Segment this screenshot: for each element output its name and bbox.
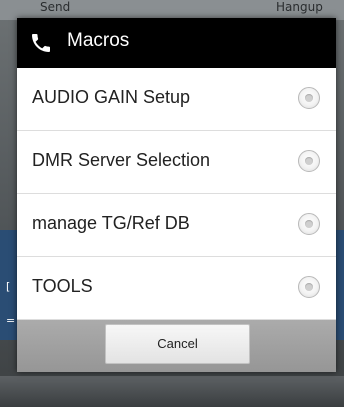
macros-dialog: Macros AUDIO GAIN Setup DMR Server Selec…	[17, 18, 336, 372]
macro-item-label: TOOLS	[32, 276, 93, 296]
macro-item-label: AUDIO GAIN Setup	[32, 87, 191, 107]
background-bracket-mark: [	[6, 280, 11, 293]
macro-item-manage-tg[interactable]: manage TG/Ref DB	[17, 194, 336, 257]
background-bottom-bar	[0, 376, 344, 407]
macro-item-dmr-server[interactable]: DMR Server Selection	[17, 131, 336, 194]
dialog-footer: Cancel	[17, 320, 336, 372]
phone-icon	[32, 34, 50, 52]
macro-item-tools[interactable]: TOOLS	[17, 257, 336, 320]
radio-button[interactable]	[298, 87, 320, 109]
dialog-titlebar: Macros	[17, 18, 336, 68]
background-left-strip: [ =	[0, 230, 18, 340]
radio-button[interactable]	[298, 213, 320, 235]
radio-button[interactable]	[298, 276, 320, 298]
macro-item-label: manage TG/Ref DB	[32, 213, 190, 233]
background-right-strip	[336, 230, 344, 340]
background-hangup-label: Hangup	[276, 0, 323, 14]
radio-button[interactable]	[298, 150, 320, 172]
background-equals-mark: =	[6, 314, 16, 327]
background-top-bar: Send Hangup	[0, 0, 344, 20]
background-send-label: Send	[40, 0, 71, 14]
macro-item-audio-gain[interactable]: AUDIO GAIN Setup	[17, 68, 336, 131]
macro-list: AUDIO GAIN Setup DMR Server Selection ma…	[17, 68, 336, 320]
dialog-title: Macros	[67, 30, 130, 51]
macro-item-label: DMR Server Selection	[32, 150, 211, 170]
cancel-button[interactable]: Cancel	[105, 324, 250, 364]
